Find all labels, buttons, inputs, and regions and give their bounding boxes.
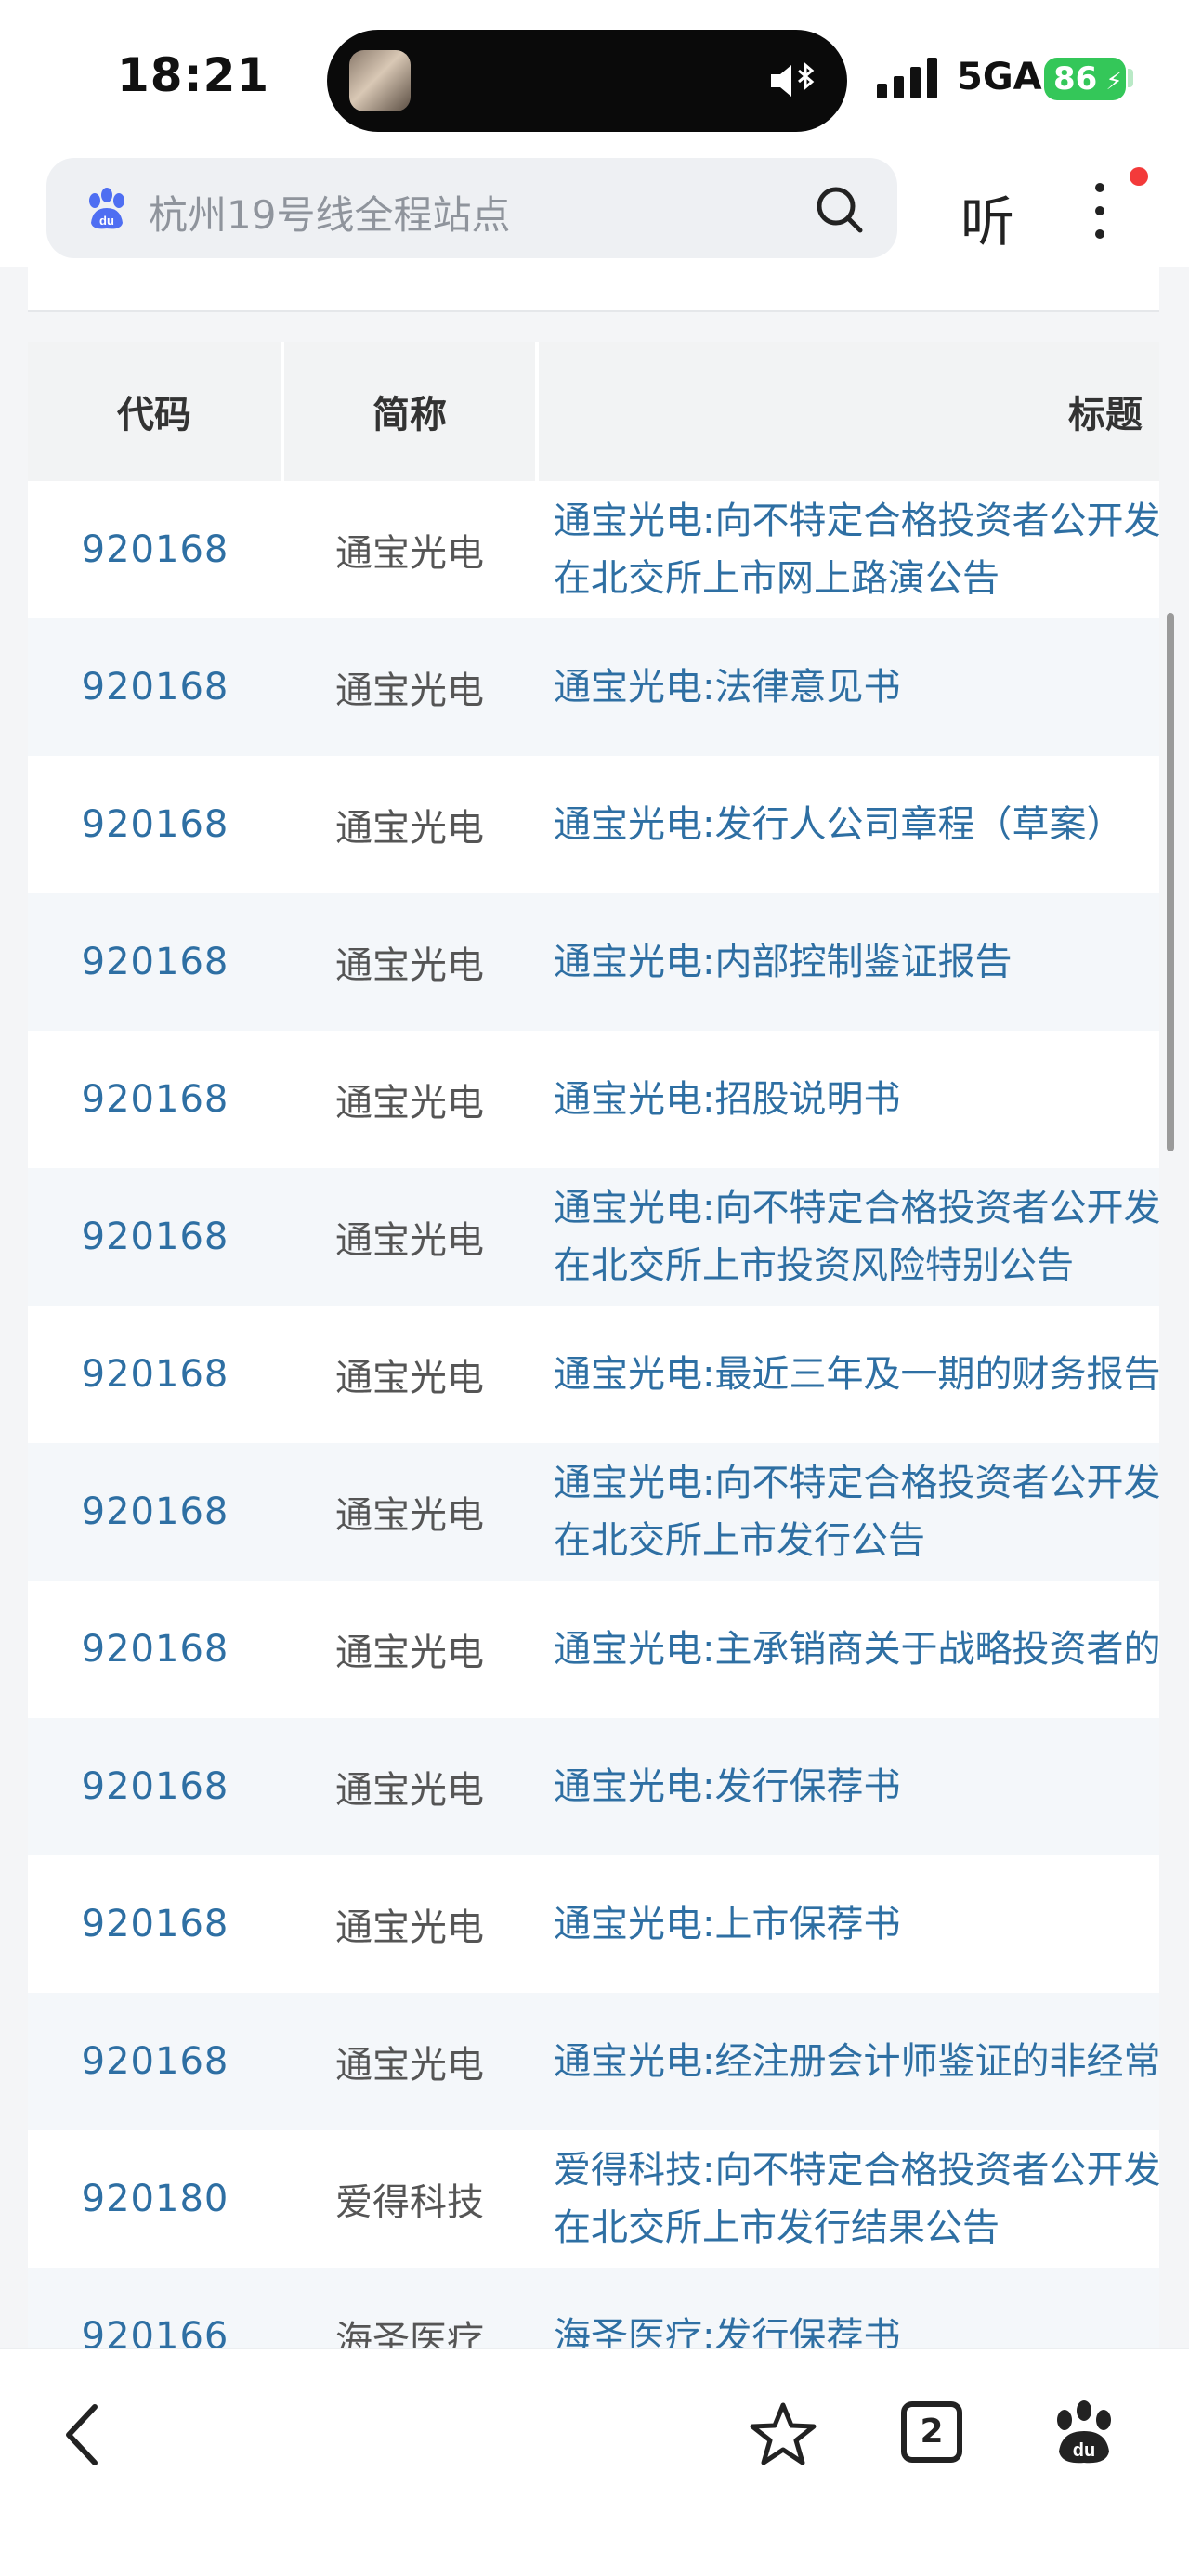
dynamic-island[interactable] (327, 30, 847, 132)
status-time: 18:21 (117, 48, 270, 102)
table-row[interactable]: 920168 通宝光电 通宝光电:最近三年及一期的财务报告 (28, 1306, 1159, 1443)
status-bar: 18:21 5GA 86 ⚡ (0, 0, 1189, 158)
svg-text:du: du (1073, 2440, 1095, 2461)
announcement-table[interactable]: 代码 简称 标题 920168通宝光电通宝光电:向不特定合格投资者公开发行股票并… (28, 342, 1159, 2348)
scrollbar[interactable] (1167, 613, 1174, 1151)
row-title-link[interactable]: 通宝光电:发行保荐书 (537, 1718, 1159, 1855)
top-bar: du 杭州19号线全程站点 听 (0, 158, 1189, 267)
signal-icon (877, 58, 937, 98)
table-row[interactable]: 920168 通宝光电 通宝光电:内部控制鉴证报告 (28, 893, 1159, 1031)
back-icon[interactable] (56, 2398, 111, 2472)
row-code[interactable]: 920166 (28, 2268, 282, 2348)
row-title-link[interactable]: 通宝光电:主承销商关于战略投资者的 (537, 1581, 1159, 1718)
content-area[interactable]: 代码 简称 标题 920168通宝光电通宝光电:向不特定合格投资者公开发行股票并… (0, 267, 1189, 2348)
row-code[interactable]: 920168 (28, 1306, 282, 1443)
table-row[interactable]: 920166 海圣医疗 海圣医疗:发行保荐书 (28, 2268, 1159, 2348)
row-abbr: 通宝光电 (282, 1306, 537, 1443)
search-query: 杭州19号线全程站点 (149, 192, 511, 238)
row-title-link[interactable]: 通宝光电:最近三年及一期的财务报告 (537, 1306, 1159, 1443)
row-code[interactable]: 920180 (28, 2130, 282, 2268)
row-abbr: 通宝光电 (282, 1718, 537, 1855)
row-abbr: 海圣医疗 (282, 2268, 537, 2348)
row-abbr: 通宝光电 (282, 756, 537, 893)
network-type: 5GA (957, 56, 1042, 98)
row-abbr: 通宝光电 (282, 1993, 537, 2130)
table-row[interactable]: 920168 通宝光电 通宝光电:发行人公司章程（草案） (28, 756, 1159, 893)
row-code[interactable]: 920168 (28, 1993, 282, 2130)
table-row[interactable]: 920168 通宝光电 通宝光电:招股说明书 (28, 1031, 1159, 1168)
row-abbr: 通宝光电 (282, 481, 537, 618)
avatar (349, 50, 411, 111)
battery-icon: 86 ⚡ (1044, 58, 1126, 100)
tabs-count-button[interactable]: 2 (901, 2401, 962, 2463)
listen-button[interactable]: 听 (960, 178, 1014, 256)
row-abbr: 通宝光电 (282, 1855, 537, 1993)
search-icon[interactable] (814, 184, 864, 234)
row-code[interactable]: 920168 (28, 1855, 282, 1993)
row-code[interactable]: 920168 (28, 1718, 282, 1855)
svg-text:du: du (99, 214, 114, 228)
star-icon[interactable] (749, 2400, 817, 2468)
table-row[interactable]: 920168 通宝光电 通宝光电:上市保荐书 (28, 1855, 1159, 1993)
row-title-link[interactable]: 通宝光电:招股说明书 (537, 1031, 1159, 1168)
header-title: 标题 (537, 342, 1159, 481)
row-code[interactable]: 920168 (28, 481, 282, 618)
row-code[interactable]: 920168 (28, 1168, 282, 1306)
table-row[interactable]: 920180爱得科技爱得科技:向不特定合格投资者公开发行股票并在北交所上市发行结… (28, 2130, 1159, 2268)
row-title-link[interactable]: 通宝光电:向不特定合格投资者公开发行股票并在北交所上市发行公告 (537, 1443, 1159, 1581)
table-row[interactable]: 920168 通宝光电 通宝光电:主承销商关于战略投资者的 (28, 1581, 1159, 1718)
row-title-link[interactable]: 通宝光电:内部控制鉴证报告 (537, 893, 1159, 1031)
row-code[interactable]: 920168 (28, 893, 282, 1031)
battery-tip (1128, 69, 1133, 87)
panel-divider (28, 267, 1159, 312)
row-title-link[interactable]: 通宝光电:经注册会计师鉴证的非经常 (537, 1993, 1159, 2130)
row-abbr: 爱得科技 (282, 2130, 537, 2268)
row-abbr: 通宝光电 (282, 1031, 537, 1168)
row-title-link[interactable]: 通宝光电:向不特定合格投资者公开发行股票并在北交所上市网上路演公告 (537, 481, 1159, 618)
row-title-link[interactable]: 通宝光电:法律意见书 (537, 618, 1159, 756)
table-row[interactable]: 920168 通宝光电 通宝光电:发行保荐书 (28, 1718, 1159, 1855)
baidu-home-icon[interactable]: du (1050, 2398, 1118, 2466)
bottom-toolbar: 2 du (0, 2348, 1189, 2576)
row-code[interactable]: 920168 (28, 1443, 282, 1581)
row-code[interactable]: 920168 (28, 618, 282, 756)
baidu-paw-icon: du (89, 188, 124, 229)
row-title-link[interactable]: 通宝光电:向不特定合格投资者公开发行股票并在北交所上市投资风险特别公告 (537, 1168, 1159, 1306)
battery-level: 86 (1053, 60, 1098, 98)
table-header-row: 代码 简称 标题 (28, 342, 1159, 481)
row-abbr: 通宝光电 (282, 893, 537, 1031)
table-row[interactable]: 920168 通宝光电 通宝光电:法律意见书 (28, 618, 1159, 756)
row-title-link[interactable]: 通宝光电:上市保荐书 (537, 1855, 1159, 1993)
header-code: 代码 (28, 342, 284, 481)
row-code[interactable]: 920168 (28, 1581, 282, 1718)
row-title-link[interactable]: 海圣医疗:发行保荐书 (537, 2268, 1159, 2348)
row-abbr: 通宝光电 (282, 1581, 537, 1718)
search-input[interactable]: du 杭州19号线全程站点 (46, 158, 897, 258)
row-code[interactable]: 920168 (28, 756, 282, 893)
notification-dot (1130, 167, 1148, 186)
row-abbr: 通宝光电 (282, 1443, 537, 1581)
table-row[interactable]: 920168通宝光电通宝光电:向不特定合格投资者公开发行股票并在北交所上市投资风… (28, 1168, 1159, 1306)
row-code[interactable]: 920168 (28, 1031, 282, 1168)
row-title-link[interactable]: 通宝光电:发行人公司章程（草案） (537, 756, 1159, 893)
more-icon[interactable] (1081, 178, 1118, 243)
table-row[interactable]: 920168 通宝光电 通宝光电:经注册会计师鉴证的非经常 (28, 1993, 1159, 2130)
table-row[interactable]: 920168通宝光电通宝光电:向不特定合格投资者公开发行股票并在北交所上市发行公… (28, 1443, 1159, 1581)
row-abbr: 通宝光电 (282, 618, 537, 756)
table-row[interactable]: 920168通宝光电通宝光电:向不特定合格投资者公开发行股票并在北交所上市网上路… (28, 481, 1159, 618)
row-title-link[interactable]: 爱得科技:向不特定合格投资者公开发行股票并在北交所上市发行结果公告 (537, 2130, 1159, 2268)
header-abbr: 简称 (282, 342, 539, 481)
mute-bluetooth-icon (771, 61, 815, 97)
row-abbr: 通宝光电 (282, 1168, 537, 1306)
